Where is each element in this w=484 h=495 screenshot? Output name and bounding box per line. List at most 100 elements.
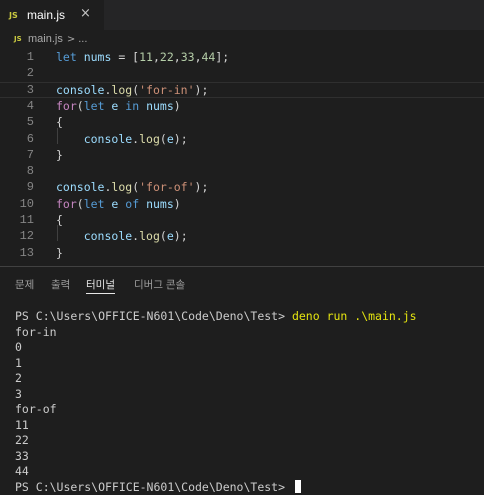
terminal-output-line: 22 xyxy=(15,433,417,449)
breadcrumb-symbol[interactable]: ... xyxy=(78,33,87,45)
code-line[interactable]: 1let nums = [11,22,33,44]; xyxy=(0,49,484,65)
line-number: 10 xyxy=(0,196,34,212)
code-token: { xyxy=(56,213,63,227)
code-token: for xyxy=(56,197,77,211)
code-token: ); xyxy=(195,83,209,97)
code-token: console xyxy=(84,132,132,146)
code-token: e xyxy=(167,132,174,146)
code-text: for(let e in nums) xyxy=(56,98,181,114)
breadcrumb-file[interactable]: main.js xyxy=(28,33,63,45)
line-number: 3 xyxy=(0,82,34,98)
code-line[interactable]: 6 console.log(e); xyxy=(0,131,484,147)
code-token: ) xyxy=(174,197,181,211)
code-token: ); xyxy=(195,180,209,194)
terminal-cursor xyxy=(295,480,301,493)
code-token: nums xyxy=(146,197,174,211)
code-token: , xyxy=(153,50,160,64)
tab-main-js[interactable]: JS main.js × xyxy=(0,0,104,30)
code-token: let xyxy=(84,99,112,113)
code-line[interactable]: 10 for(let e of nums) xyxy=(0,196,484,212)
terminal-output-line: for-in xyxy=(15,325,417,341)
code-line[interactable]: 9 console.log('for-of'); xyxy=(0,179,484,195)
code-text: console.log(e); xyxy=(56,228,188,244)
code-text: for(let e of nums) xyxy=(56,196,181,212)
code-line[interactable]: 2 xyxy=(0,65,484,81)
code-token: ( xyxy=(160,132,167,146)
line-number: 8 xyxy=(0,163,34,179)
terminal-output[interactable]: PS C:\Users\OFFICE-N601\Code\Deno\Test> … xyxy=(15,309,417,495)
bottom-panel: 문제 출력 터미널 디버그 콘솔 PS C:\Users\OFFICE-N601… xyxy=(0,266,484,489)
code-token: let xyxy=(84,197,112,211)
terminal-output-line: 0 xyxy=(15,340,417,356)
code-line[interactable]: 11{ xyxy=(0,212,484,228)
line-number: 2 xyxy=(0,65,34,81)
code-token: log xyxy=(111,83,132,97)
code-token: for xyxy=(56,99,77,113)
code-line[interactable]: 7} xyxy=(0,147,484,163)
code-token: 11 xyxy=(139,50,153,64)
terminal-command: deno run .\main.js xyxy=(292,309,417,323)
code-token: console xyxy=(56,83,104,97)
code-token: = [ xyxy=(111,50,139,64)
terminal-output-line: 1 xyxy=(15,356,417,372)
terminal-output-line: 3 xyxy=(15,387,417,403)
tab-problems[interactable]: 문제 xyxy=(15,277,34,292)
code-token xyxy=(56,132,84,146)
code-line[interactable]: 5{ xyxy=(0,114,484,130)
code-editor[interactable]: 1let nums = [11,22,33,44];23console.log(… xyxy=(0,48,484,265)
line-number: 13 xyxy=(0,245,34,261)
code-line[interactable]: 3 console.log('for-in'); xyxy=(0,82,484,98)
code-token: nums xyxy=(84,50,112,64)
code-token: } xyxy=(56,246,63,260)
chevron-right-icon: > xyxy=(67,34,75,45)
code-token: e xyxy=(111,197,125,211)
javascript-file-icon: JS xyxy=(9,11,25,20)
code-text: console.log('for-of'); xyxy=(56,179,208,195)
line-number: 4 xyxy=(0,98,34,114)
tab-title: main.js xyxy=(27,8,65,22)
terminal-output-line: 2 xyxy=(15,371,417,387)
close-icon[interactable]: × xyxy=(80,6,91,21)
terminal-output-line: 33 xyxy=(15,449,417,465)
code-token: e xyxy=(111,99,125,113)
javascript-file-icon: JS xyxy=(14,35,28,43)
code-token: ( xyxy=(160,229,167,243)
code-text: } xyxy=(56,245,63,261)
code-token: { xyxy=(56,115,63,129)
code-token: console xyxy=(84,229,132,243)
code-token: nums xyxy=(146,99,174,113)
tab-debug-console[interactable]: 디버그 콘솔 xyxy=(134,277,185,292)
terminal-command-line: PS C:\Users\OFFICE-N601\Code\Deno\Test> … xyxy=(15,309,417,325)
code-text: { xyxy=(56,212,63,228)
code-text: console.log('for-in'); xyxy=(56,82,208,98)
code-line[interactable]: 13} xyxy=(0,245,484,261)
terminal-output-line: for-of xyxy=(15,402,417,418)
code-token: ]; xyxy=(215,50,229,64)
code-text: let nums = [11,22,33,44]; xyxy=(56,49,229,65)
line-number: 9 xyxy=(0,179,34,195)
code-token: in xyxy=(125,99,146,113)
code-token: e xyxy=(167,229,174,243)
terminal-output-line: 11 xyxy=(15,418,417,434)
code-token: log xyxy=(139,229,160,243)
code-token: 'for-in' xyxy=(139,83,194,97)
code-token xyxy=(56,229,84,243)
code-token: log xyxy=(139,132,160,146)
code-token: 33 xyxy=(181,50,195,64)
code-line[interactable]: 8 xyxy=(0,163,484,179)
code-token: 'for-of' xyxy=(139,180,194,194)
line-number: 6 xyxy=(0,131,34,147)
code-token: ( xyxy=(77,197,84,211)
code-token: ) xyxy=(174,99,181,113)
terminal-final-line: PS C:\Users\OFFICE-N601\Code\Deno\Test> xyxy=(15,480,417,495)
terminal-output-lines: for-in0123for-of11223344 xyxy=(15,325,417,480)
code-line[interactable]: 4 for(let e in nums) xyxy=(0,98,484,114)
tab-output[interactable]: 출력 xyxy=(51,277,70,292)
code-text: console.log(e); xyxy=(56,131,188,147)
tab-terminal[interactable]: 터미널 xyxy=(86,277,115,292)
code-token: log xyxy=(111,180,132,194)
editor-tab-bar: JS main.js × xyxy=(0,0,484,30)
code-token: 22 xyxy=(160,50,174,64)
code-line[interactable]: 12 console.log(e); xyxy=(0,228,484,244)
terminal-prompt: PS C:\Users\OFFICE-N601\Code\Deno\Test> xyxy=(15,309,292,323)
